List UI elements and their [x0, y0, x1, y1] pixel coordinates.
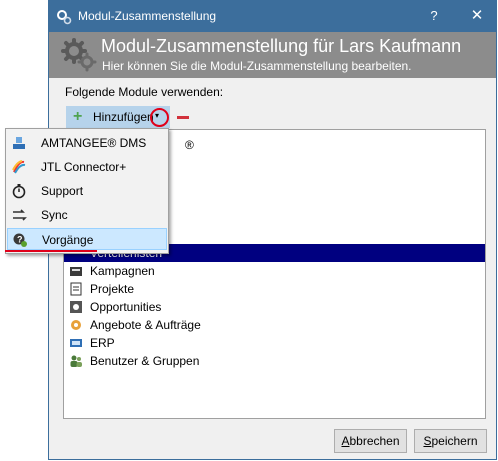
stopwatch-icon	[12, 184, 26, 199]
menu-item-support[interactable]: Support	[7, 180, 167, 202]
dms-icon	[13, 137, 25, 149]
list-item-label: Projekte	[90, 282, 135, 296]
gears-icon	[57, 10, 72, 25]
title-bar[interactable]: Modul-Zusammenstellung ? ✕	[49, 1, 496, 32]
window-title: Modul-Zusammenstellung	[78, 9, 217, 23]
gears-icon	[61, 38, 97, 72]
dialog-header: Modul-Zusammenstellung für Lars Kaufmann…	[49, 32, 496, 78]
list-item-label: Kampagnen	[90, 264, 155, 278]
users-groups-icon	[70, 355, 82, 367]
cancel-button[interactable]: Abbrechen	[334, 429, 407, 453]
header-title: Modul-Zusammenstellung für Lars Kaufmann	[101, 36, 462, 56]
save-button[interactable]: Speichern	[414, 429, 487, 453]
help-button[interactable]: ?	[426, 8, 442, 24]
list-item-label: ERP	[90, 336, 115, 350]
menu-item-label: Support	[41, 184, 84, 198]
annotation-underline	[5, 250, 97, 252]
add-button-label: Hinzufügen	[93, 110, 154, 124]
menu-item-label: JTL Connector+	[41, 160, 127, 174]
modules-label: Folgende Module verwenden:	[65, 85, 224, 99]
remove-button[interactable]	[175, 108, 191, 126]
list-item-opportunities[interactable]: Opportunities	[64, 298, 485, 316]
menu-item-vorgaenge[interactable]: ? Vorgänge	[7, 228, 167, 250]
offers-orders-icon	[71, 320, 81, 330]
project-icon	[70, 282, 82, 296]
menu-item-label: Vorgänge	[42, 233, 94, 247]
list-item-label: ®	[185, 138, 194, 152]
plus-icon: +	[73, 108, 83, 125]
close-button[interactable]: ✕	[469, 6, 485, 24]
menu-item-sync[interactable]: Sync	[7, 204, 167, 226]
erp-icon	[70, 339, 82, 347]
list-item-benutzer[interactable]: Benutzer & Gruppen	[64, 352, 485, 370]
sync-arrows-icon	[13, 209, 27, 221]
minus-icon	[177, 116, 189, 119]
header-subtitle: Hier können Sie die Modul-Zusammenstellu…	[102, 59, 412, 73]
menu-item-jtl[interactable]: JTL Connector+	[7, 156, 167, 178]
list-item-projekte[interactable]: Projekte	[64, 280, 485, 298]
menu-item-label: Sync	[41, 208, 68, 222]
processes-icon: ?	[13, 233, 27, 247]
campaign-icon	[70, 267, 82, 276]
list-item-kampagnen[interactable]: Kampagnen	[64, 262, 485, 280]
list-item-label: Angebote & Aufträge	[90, 318, 201, 332]
list-item-label: Opportunities	[90, 300, 162, 314]
list-item-label: Benutzer & Gruppen	[90, 354, 200, 368]
annotation-circle	[150, 108, 169, 127]
add-dropdown-menu: AMTANGEE® DMS JTL Connector+ Support Syn…	[5, 128, 169, 254]
menu-item-label: AMTANGEE® DMS	[41, 136, 147, 150]
list-item-erp[interactable]: ERP	[64, 334, 485, 352]
menu-item-dms[interactable]: AMTANGEE® DMS	[7, 132, 167, 154]
opportunities-icon	[70, 301, 82, 313]
jtl-connector-icon	[12, 160, 26, 174]
list-item-angebote[interactable]: Angebote & Aufträge	[64, 316, 485, 334]
